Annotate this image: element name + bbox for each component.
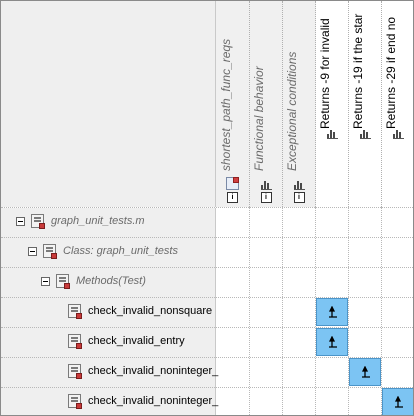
bar-chart-icon xyxy=(359,128,371,139)
row-file[interactable]: graph_unit_tests.m xyxy=(1,207,413,238)
info-icon[interactable]: i xyxy=(260,192,272,203)
row-label: Methods(Test) xyxy=(76,275,146,287)
row-label: check_invalid_noninteger_ xyxy=(88,395,219,407)
collapse-toggle-icon[interactable] xyxy=(28,247,37,256)
row-label: graph_unit_tests.m xyxy=(51,215,145,227)
link-cell[interactable] xyxy=(316,328,348,356)
column-header-exceptional-conditions[interactable]: Exceptional conditions i xyxy=(283,1,316,207)
traceability-matrix: shortest_path_func_reqs i Functional beh… xyxy=(0,0,414,416)
link-arrow-icon xyxy=(328,306,337,318)
row-label: check_invalid_nonsquare xyxy=(88,305,213,317)
test-method-icon xyxy=(68,334,82,349)
row-label: check_invalid_entry xyxy=(88,335,185,347)
requirement-set-icon xyxy=(226,177,239,190)
link-cell[interactable] xyxy=(382,388,413,415)
info-icon[interactable]: i xyxy=(293,192,305,203)
test-method-icon xyxy=(68,394,82,409)
link-arrow-icon xyxy=(328,336,337,348)
row-test-method[interactable]: check_invalid_entry xyxy=(1,327,413,358)
link-arrow-icon xyxy=(361,366,370,378)
link-cell[interactable] xyxy=(349,358,381,386)
collapse-toggle-icon[interactable] xyxy=(41,277,50,286)
row-test-method[interactable]: check_invalid_nonsquare xyxy=(1,297,413,328)
column-label: Exceptional conditions xyxy=(285,51,299,171)
column-label: Returns -29 if end no xyxy=(384,16,398,129)
row-label: check_invalid_noninteger_ xyxy=(88,365,219,377)
bar-chart-icon xyxy=(392,128,404,139)
column-header-requirement-set[interactable]: shortest_path_func_reqs i xyxy=(216,1,250,207)
test-method-icon xyxy=(68,304,82,319)
bar-chart-icon xyxy=(293,179,305,190)
column-label: shortest_path_func_reqs xyxy=(218,38,233,171)
column-label: Returns -9 for invalid xyxy=(318,18,332,129)
column-label: Functional behavior xyxy=(252,66,266,171)
row-label: Class: graph_unit_tests xyxy=(63,245,178,257)
matrix-corner xyxy=(1,1,216,207)
column-header-requirement-19[interactable]: Returns -19 if the star xyxy=(349,1,382,207)
row-methods[interactable]: Methods(Test) xyxy=(1,267,413,298)
row-class[interactable]: Class: graph_unit_tests xyxy=(1,237,413,268)
column-header-requirement-29[interactable]: Returns -29 if end no xyxy=(382,1,413,207)
bar-chart-icon xyxy=(260,179,272,190)
row-test-method[interactable]: check_invalid_noninteger_ xyxy=(1,387,413,415)
collapse-toggle-icon[interactable] xyxy=(16,217,25,226)
column-header-functional-behavior[interactable]: Functional behavior i xyxy=(250,1,283,207)
test-method-icon xyxy=(68,364,82,379)
info-icon[interactable]: i xyxy=(227,192,238,203)
test-methods-icon xyxy=(56,274,70,289)
column-label: Returns -19 if the star xyxy=(351,13,365,129)
bar-chart-icon xyxy=(326,128,338,139)
link-arrow-icon xyxy=(394,396,403,408)
link-cell[interactable] xyxy=(316,298,348,326)
test-class-icon xyxy=(43,244,57,259)
column-header-requirement-9[interactable]: Returns -9 for invalid xyxy=(316,1,349,207)
test-file-icon xyxy=(31,214,45,229)
